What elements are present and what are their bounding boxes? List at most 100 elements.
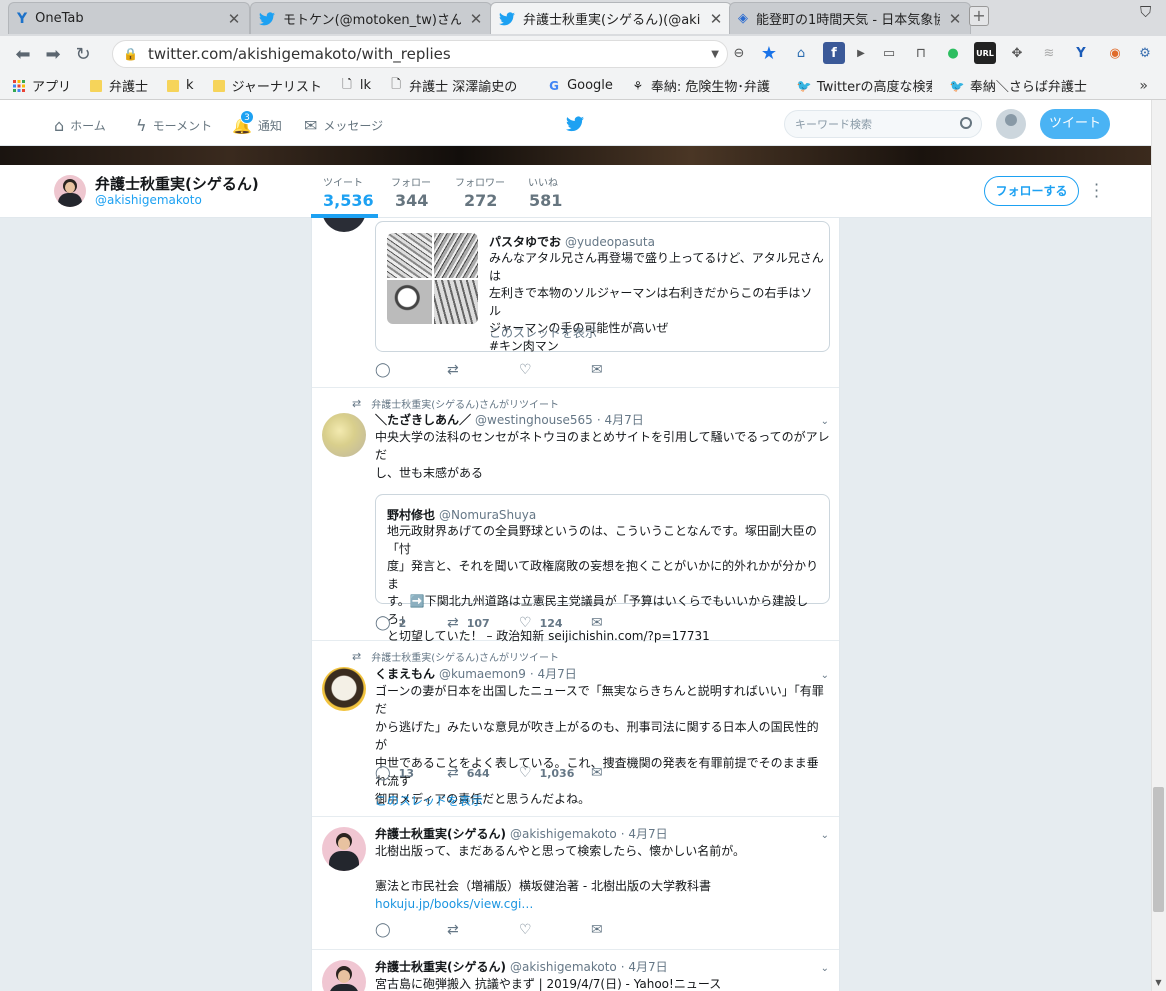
- tab-motoken[interactable]: モトケン(@motoken_tw)さん | Twitter ✕: [250, 2, 492, 34]
- reply-button[interactable]: ◯ 13: [375, 765, 447, 781]
- dm-button[interactable]: ✉: [591, 615, 663, 631]
- bookmark-hounou[interactable]: ⚘ 奉納: 危険生物･弁護: [631, 76, 779, 96]
- quoted-tweet[interactable]: パスタゆでお @yudeopasuta みんなアタル兄さん再登場で盛り上ってるけど…: [375, 221, 830, 353]
- scroll-down-icon[interactable]: ▼: [1153, 978, 1164, 988]
- reply-button[interactable]: ◯ 2: [375, 615, 447, 631]
- like-button[interactable]: ♡ 1,036: [519, 765, 591, 781]
- retweet-button[interactable]: ⇄ 644: [447, 765, 519, 781]
- url-dropdown-icon[interactable]: ▼: [711, 49, 719, 60]
- follow-button[interactable]: フォローする: [984, 176, 1079, 206]
- chevron-down-icon[interactable]: ⌄: [821, 963, 829, 974]
- nav-notifications[interactable]: 🔔 3 通知: [232, 110, 282, 135]
- tab-onetab[interactable]: Y OneTab ✕: [8, 2, 250, 34]
- reload-icon[interactable]: ↻: [68, 44, 98, 65]
- bookmark-lk[interactable]: 🗋 lk: [340, 78, 371, 93]
- tweet-author-handle[interactable]: @akishigemakoto: [510, 960, 617, 974]
- tweet-link[interactable]: hokuju.jp/books/view.cgi…: [375, 895, 830, 913]
- profile-name[interactable]: 弁護士秋重実(シゲるん): [95, 173, 259, 194]
- firefox-ext-icon[interactable]: ◉: [1104, 42, 1126, 64]
- show-thread-link[interactable]: このスレッドを表示: [375, 792, 483, 809]
- tweet-author-name[interactable]: ＼たざきしあん／: [375, 413, 471, 427]
- nav-home[interactable]: ⌂ ホーム: [54, 116, 106, 135]
- bookmarks-overflow-icon[interactable]: »: [1139, 78, 1148, 94]
- tweet-author-handle[interactable]: @kumaemon9: [439, 667, 526, 681]
- bookmark-folder-lawyer[interactable]: 弁護士: [89, 76, 148, 95]
- bookmark-sarabai[interactable]: 🐦 奉納＼さらば弁護士: [950, 76, 1088, 96]
- tab-weather[interactable]: ◈ 能登町の1時間天気 - 日本気象協会 ✕: [729, 2, 971, 34]
- y-ext-icon[interactable]: Y: [1070, 42, 1092, 64]
- facebook-icon[interactable]: f: [823, 42, 845, 64]
- tweet-date[interactable]: · 4月7日: [597, 413, 644, 427]
- grid-ext-icon[interactable]: ≋: [1038, 42, 1060, 64]
- search-icon[interactable]: [960, 117, 972, 129]
- tweet-item[interactable]: パスタゆでお @yudeopasuta みんなアタル兄さん再登場で盛り上ってるけど…: [312, 218, 839, 388]
- nav-moments[interactable]: ϟ モーメント: [136, 116, 212, 135]
- profile-handle[interactable]: @akishigemakoto: [95, 193, 202, 207]
- zoom-icon[interactable]: ⊖: [728, 42, 750, 64]
- dm-button[interactable]: ✉: [591, 362, 663, 378]
- tweet-author-name[interactable]: 弁護士秋重実(シゲるん): [375, 960, 506, 974]
- dm-button[interactable]: ✉: [591, 922, 663, 938]
- nav-messages[interactable]: ✉ メッセージ: [304, 116, 383, 135]
- star-bookmark-icon[interactable]: ★: [758, 42, 780, 64]
- forward-arrow-icon[interactable]: ➡: [38, 44, 68, 65]
- scrollbar-thumb[interactable]: [1153, 787, 1164, 912]
- home-icon[interactable]: ⌂: [790, 42, 812, 64]
- chevron-down-icon[interactable]: ⌄: [821, 670, 829, 681]
- quoted-tweet-image[interactable]: [387, 233, 478, 324]
- tweet-date[interactable]: · 4月7日: [530, 667, 577, 681]
- tweet-avatar[interactable]: [322, 218, 366, 232]
- search-input[interactable]: キーワード検索: [784, 110, 982, 138]
- profile-avatar[interactable]: [54, 175, 86, 207]
- tweet-avatar[interactable]: [322, 960, 366, 991]
- stat-following[interactable]: フォロー 344: [391, 174, 431, 210]
- twitter-bird-icon[interactable]: [566, 116, 584, 132]
- user-avatar[interactable]: [996, 109, 1026, 139]
- retweeted-by-text[interactable]: 弁護士秋重実(シゲるん)さんがリツイート: [371, 396, 559, 411]
- tweet-author-handle[interactable]: @akishigemakoto: [510, 827, 617, 841]
- tweet-author-name[interactable]: くまえもん: [375, 667, 435, 681]
- close-tab-icon[interactable]: ✕: [469, 10, 483, 28]
- tweet-item[interactable]: 弁護士秋重実(シゲるん) @akishigemakoto · 4月7日 ⌄ 北樹出版…: [312, 817, 839, 950]
- play-icon[interactable]: ▶: [850, 42, 872, 64]
- tweet-avatar[interactable]: [322, 667, 366, 711]
- bookmark-ext-icon[interactable]: ⊓: [910, 42, 932, 64]
- tab-akishige[interactable]: 弁護士秋重実(シゲるん)(@akishigemakoto) ✕: [490, 2, 732, 34]
- more-options-icon[interactable]: · · ·: [1094, 177, 1102, 205]
- bookmark-folder-journalist[interactable]: ジャーナリスト: [212, 76, 322, 95]
- close-tab-icon[interactable]: ✕: [709, 10, 723, 28]
- move-icon[interactable]: ✥: [1006, 42, 1028, 64]
- bookmark-twitter-search[interactable]: 🐦 Twitterの高度な検索: [797, 76, 932, 96]
- close-tab-icon[interactable]: ✕: [227, 10, 241, 28]
- tweet-item[interactable]: ⇄ 弁護士秋重実(シゲるん)さんがリツイート ＼たざきしあん／ @westingh…: [312, 388, 839, 643]
- dm-button[interactable]: ✉: [591, 765, 663, 781]
- stat-followers[interactable]: フォロワー 272: [455, 174, 505, 210]
- profile-menu-icon[interactable]: ⛉: [1140, 3, 1151, 21]
- retweet-button[interactable]: ⇄ 107: [447, 615, 519, 631]
- close-tab-icon[interactable]: ✕: [948, 10, 962, 28]
- back-arrow-icon[interactable]: ⬅: [8, 44, 38, 65]
- bookmark-apps[interactable]: アプリ: [12, 76, 71, 95]
- url-shortener-icon[interactable]: URL: [974, 42, 996, 64]
- tweet-date[interactable]: · 4月7日: [621, 960, 668, 974]
- tweet-date[interactable]: · 4月7日: [621, 827, 668, 841]
- mail-ext-icon[interactable]: ▭: [878, 42, 900, 64]
- stat-likes[interactable]: いいね 581: [528, 174, 562, 210]
- reply-button[interactable]: ◯: [375, 922, 447, 938]
- like-button[interactable]: ♡: [519, 362, 591, 378]
- tweet-author-name[interactable]: 弁護士秋重実(シゲるん): [375, 827, 506, 841]
- chevron-down-icon[interactable]: ⌄: [821, 416, 829, 427]
- chevron-down-icon[interactable]: ⌄: [821, 830, 829, 841]
- tweet-item[interactable]: 弁護士秋重実(シゲるん) @akishigemakoto · 4月7日 ⌄ 宮古島に…: [312, 950, 839, 991]
- bookmark-folder-k[interactable]: k: [166, 78, 194, 93]
- retweet-button[interactable]: ⇄: [447, 922, 519, 938]
- tweet-button[interactable]: ツイート: [1040, 109, 1110, 139]
- bookmark-fukasawa[interactable]: 🗋 弁護士 深澤諭史の: [389, 76, 529, 95]
- new-tab-button[interactable]: +: [969, 6, 989, 26]
- bookmark-google[interactable]: G Google: [547, 78, 613, 93]
- evernote-icon[interactable]: ●: [942, 42, 964, 64]
- address-bar[interactable]: 🔒 twitter.com/akishigemakoto/with_replie…: [112, 40, 728, 68]
- tweet-avatar[interactable]: [322, 827, 366, 871]
- like-button[interactable]: ♡: [519, 922, 591, 938]
- reply-button[interactable]: ◯: [375, 362, 447, 378]
